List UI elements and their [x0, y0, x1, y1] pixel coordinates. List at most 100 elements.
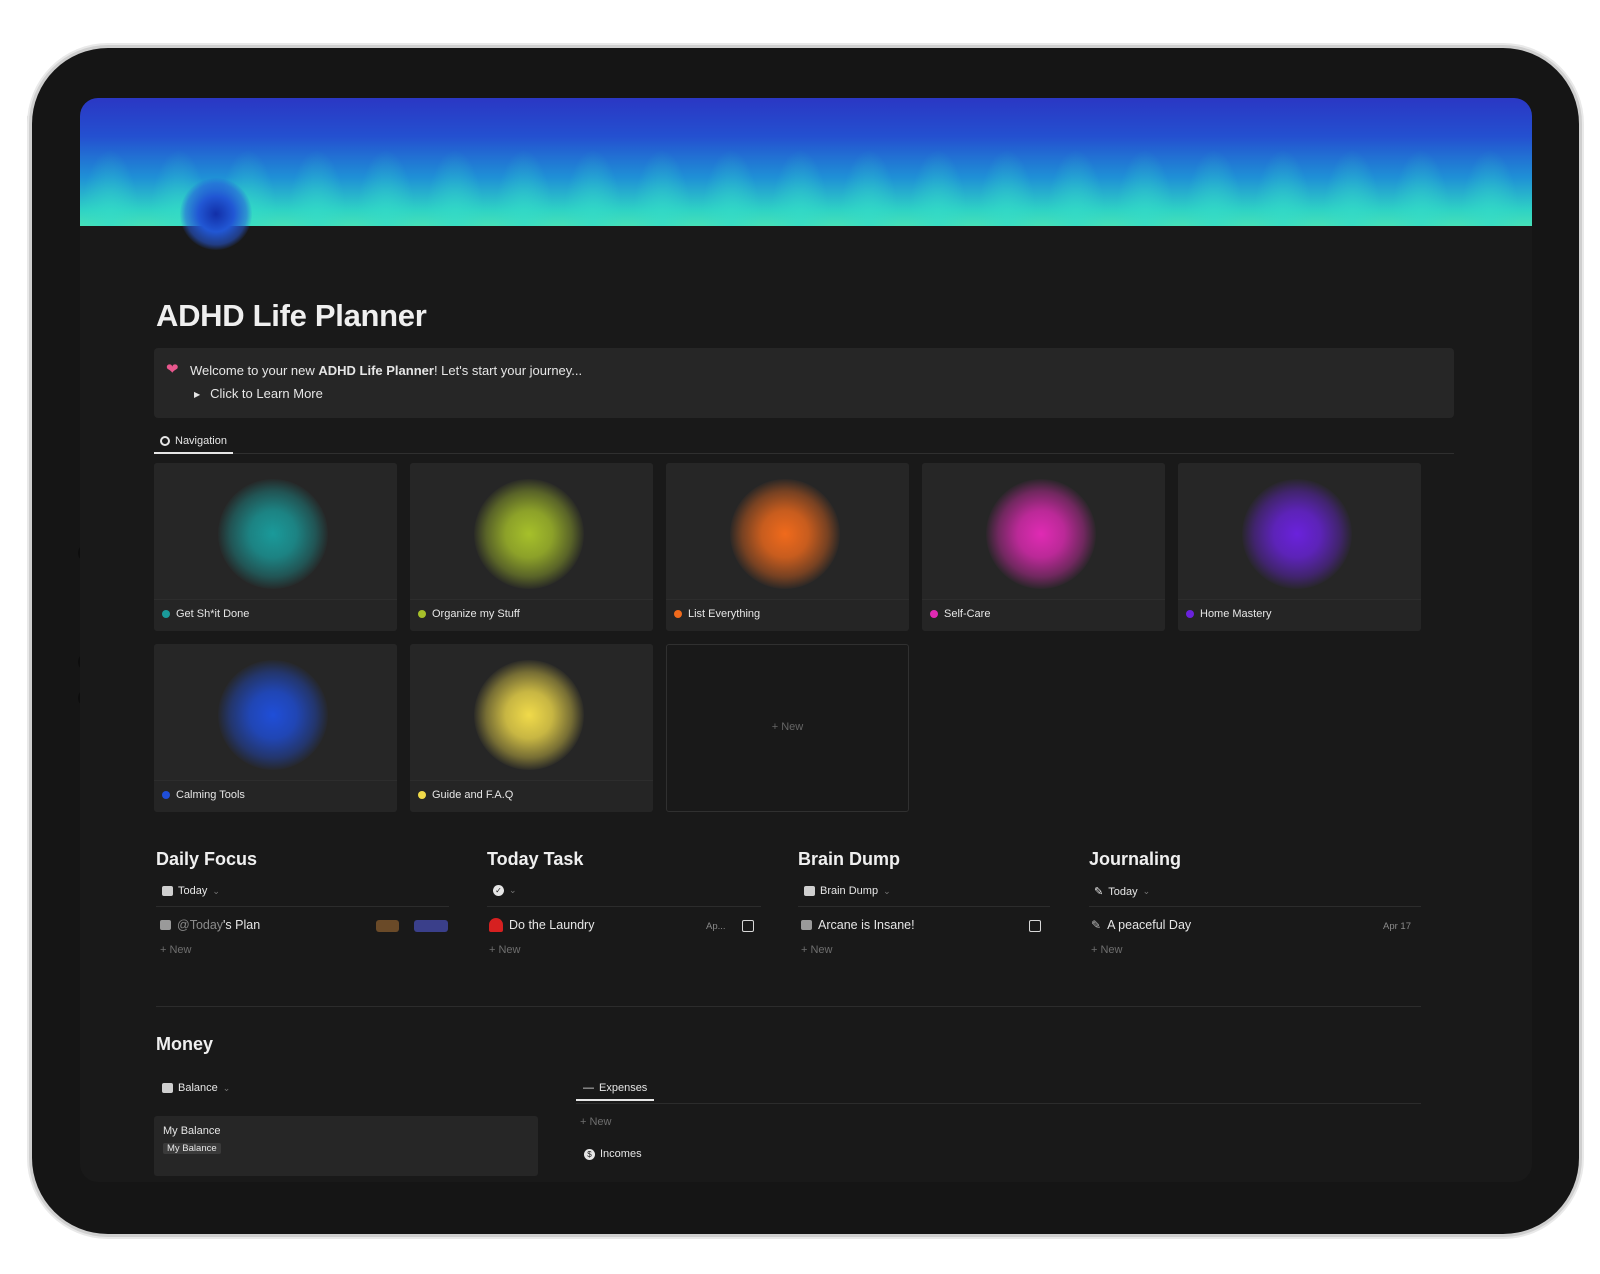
daily-focus-new-button[interactable]: + New [160, 944, 192, 956]
cover-arch-pattern [489, 98, 559, 226]
card-cover[interactable] [1178, 463, 1421, 600]
journaling-item[interactable]: ✎ A peaceful Day [1091, 918, 1191, 932]
cover-arch-pattern [903, 98, 973, 226]
tag-chip [414, 920, 448, 932]
card-label[interactable]: List Everything [674, 608, 760, 620]
pen-list-icon: ✎ [1094, 886, 1104, 898]
status-dot-icon [674, 610, 682, 618]
divider [1089, 906, 1421, 907]
gallery-card[interactable]: Guide and F.A.Q [410, 644, 653, 812]
cover-arch-pattern [558, 98, 628, 226]
brain-dump-view-tab[interactable]: Brain Dump ⌄ [804, 885, 891, 897]
today-task-checkbox[interactable] [742, 920, 754, 932]
card-cover[interactable] [922, 463, 1165, 600]
divider [156, 906, 449, 907]
gallery-card[interactable]: Calming Tools [154, 644, 397, 812]
chevron-down-icon[interactable]: ⌄ [1143, 886, 1151, 897]
app-screen: ADHD Life Planner ❤ Welcome to your new … [80, 98, 1532, 1182]
tab-expenses[interactable]: — Expenses [576, 1082, 655, 1101]
card-cover[interactable] [666, 463, 909, 600]
compass-icon [160, 436, 170, 446]
card-label[interactable]: Organize my Stuff [418, 608, 520, 620]
card-label[interactable]: Calming Tools [162, 789, 245, 801]
card-cover[interactable] [154, 644, 397, 781]
cover-arch-pattern [1455, 98, 1525, 226]
sparkling-heart-icon: ❤ [166, 361, 179, 378]
balance-card-tag: My Balance [163, 1143, 221, 1154]
cover-arch-pattern [282, 98, 352, 226]
tab-navigation[interactable]: Navigation [154, 430, 233, 454]
gradient-orb-icon [218, 660, 328, 770]
volume-up-button [138, 43, 188, 47]
journaling-view-tab[interactable]: ✎ Today ⌄ [1094, 885, 1151, 899]
gradient-orb-icon [474, 660, 584, 770]
today-task-item[interactable]: Do the Laundry [489, 918, 594, 932]
dash-icon: — [583, 1082, 594, 1094]
archive-icon [804, 886, 815, 896]
learn-more-toggle[interactable]: ▶ Click to Learn More [194, 386, 323, 401]
brain-dump-checkbox[interactable] [1029, 920, 1041, 932]
mood-emoji-chip [376, 920, 399, 932]
card-label[interactable]: Self-Care [930, 608, 990, 620]
gallery-card[interactable]: Get Sh*it Done [154, 463, 397, 631]
balance-card-title[interactable]: My Balance [163, 1125, 220, 1137]
gallery-card[interactable]: Home Mastery [1178, 463, 1421, 631]
divider [487, 906, 761, 907]
chevron-down-icon[interactable]: ⌄ [509, 885, 517, 896]
cover-arch-pattern [1041, 98, 1111, 226]
divider [798, 906, 1050, 907]
gallery-card[interactable]: Self-Care [922, 463, 1165, 631]
calendar-icon [160, 920, 171, 930]
status-dot-icon [930, 610, 938, 618]
cover-arch-pattern [80, 98, 145, 226]
card-label[interactable]: Home Mastery [1186, 608, 1272, 620]
gradient-orb-icon [730, 479, 840, 589]
page-title[interactable]: ADHD Life Planner [156, 298, 427, 334]
power-button [27, 115, 31, 177]
today-task-view-tab[interactable]: ✓ ⌄ [493, 885, 517, 896]
card-cover[interactable] [410, 644, 653, 781]
brain-dump-item[interactable]: Arcane is Insane! [801, 918, 915, 932]
card-cover[interactable] [410, 463, 653, 600]
divider [576, 1103, 1421, 1104]
cover-arch-pattern [1110, 98, 1180, 226]
chevron-down-icon[interactable]: ⌄ [212, 886, 220, 897]
balance-view-tab[interactable]: Balance ⌄ [162, 1082, 230, 1094]
cover-arch-pattern [1386, 98, 1456, 226]
archive-icon [801, 920, 812, 930]
brain-dump-title: Brain Dump [798, 849, 901, 869]
magnet-icon [489, 918, 503, 932]
calendar-icon [162, 886, 173, 896]
journaling-new-button[interactable]: + New [1091, 944, 1123, 956]
chevron-down-icon[interactable]: ⌄ [883, 886, 891, 897]
gallery-card[interactable]: List Everything [666, 463, 909, 631]
gallery-new-card[interactable]: + New [666, 644, 909, 812]
expenses-new-button[interactable]: + New [580, 1116, 612, 1128]
today-task-date: Ap... [706, 921, 726, 932]
cover-arch-pattern [627, 98, 697, 226]
journaling-title: Journaling [1089, 849, 1182, 869]
daily-focus-item[interactable]: @Today's Plan [160, 918, 260, 932]
status-dot-icon [1186, 610, 1194, 618]
card-label[interactable]: Get Sh*it Done [162, 608, 249, 620]
callout-text: Welcome to your new ADHD Life Planner! L… [190, 363, 583, 378]
card-cover[interactable] [154, 463, 397, 600]
chevron-down-icon[interactable]: ⌄ [223, 1083, 231, 1094]
cover-arch-pattern [765, 98, 835, 226]
today-task-new-button[interactable]: + New [489, 944, 521, 956]
card-label[interactable]: Guide and F.A.Q [418, 789, 513, 801]
brain-dump-new-button[interactable]: + New [801, 944, 833, 956]
incomes-header[interactable]: $ Incomes [584, 1148, 642, 1160]
cover-arch-pattern [972, 98, 1042, 226]
pen-list-icon: ✎ [1091, 918, 1102, 932]
balance-card[interactable]: My Balance My Balance [154, 1116, 538, 1176]
daily-focus-view-tab[interactable]: Today ⌄ [162, 885, 220, 897]
daily-focus-title: Daily Focus [156, 849, 258, 869]
toggle-triangle-icon[interactable]: ▶ [194, 390, 200, 399]
gradient-orb-icon [218, 479, 328, 589]
gradient-orb-icon [1242, 479, 1352, 589]
page-icon[interactable] [180, 178, 252, 250]
cover-arch-pattern [351, 98, 421, 226]
gallery-card[interactable]: Organize my Stuff [410, 463, 653, 631]
cover-arch-pattern [1248, 98, 1318, 226]
